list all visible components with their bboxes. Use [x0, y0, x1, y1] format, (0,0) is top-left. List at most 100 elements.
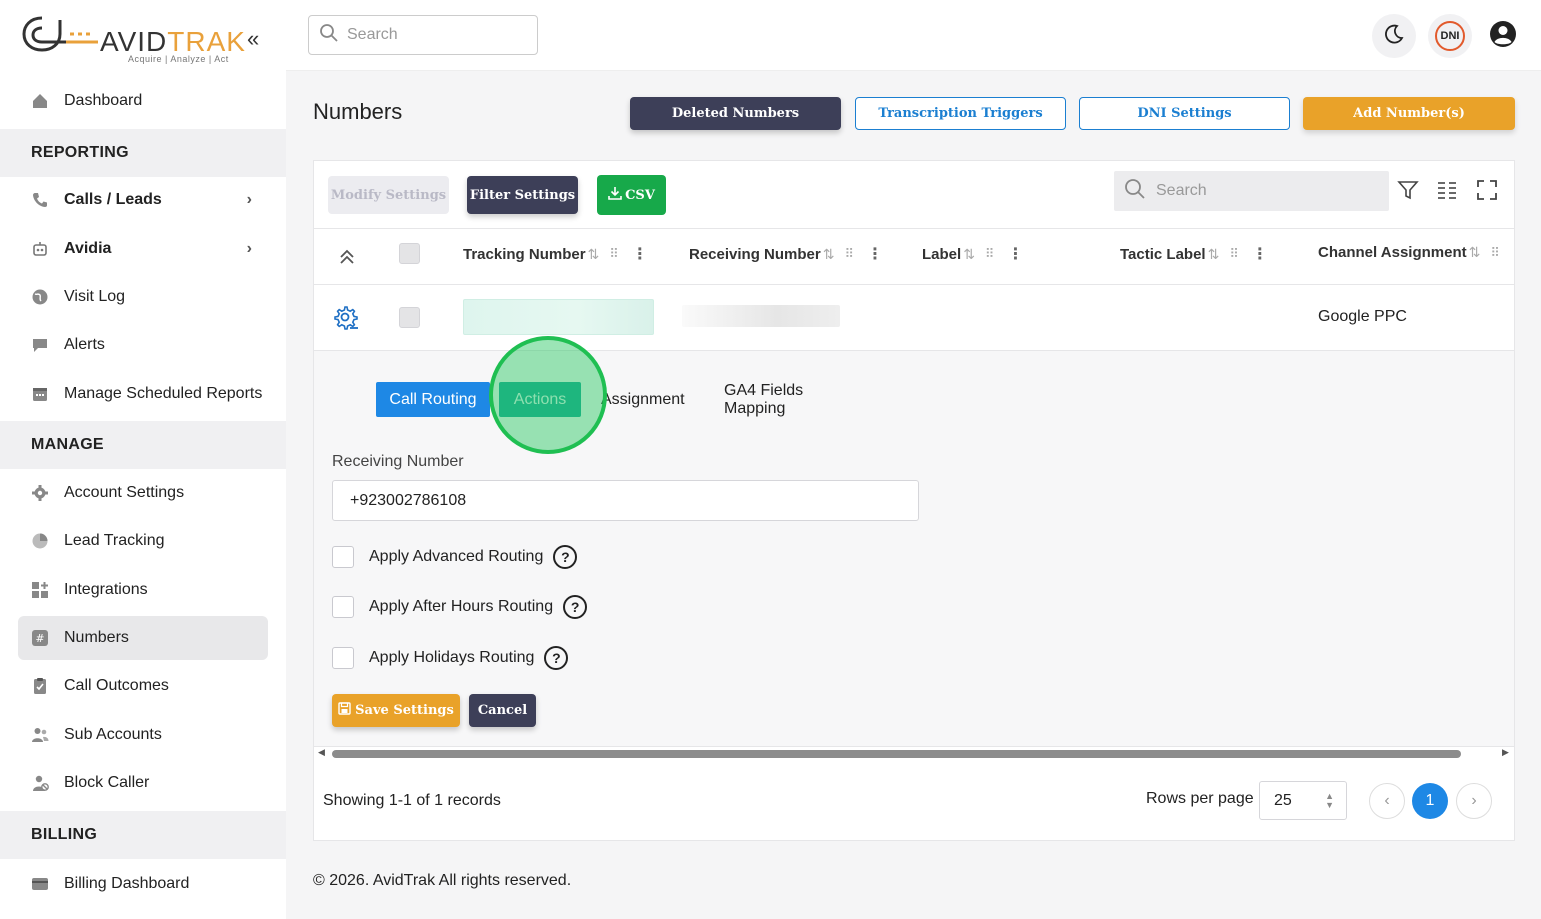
sort-icon[interactable]: ⇅ — [1208, 246, 1220, 263]
scrollbar-thumb[interactable] — [332, 750, 1461, 758]
sidebar-item-visit-log[interactable]: Visit Log — [18, 275, 268, 319]
advanced-routing-checkbox[interactable] — [332, 546, 354, 568]
prev-page-button[interactable]: ‹ — [1369, 783, 1405, 819]
card-icon — [30, 874, 50, 894]
holidays-routing-label: Apply Holidays Routing — [369, 649, 535, 666]
column-menu-icon[interactable]: ⋮ — [632, 244, 648, 264]
rows-per-page-select[interactable]: 25 ▲ ▼ — [1259, 781, 1347, 820]
drag-handle-icon[interactable]: ⠿ — [1229, 246, 1238, 262]
sidebar-item-alerts[interactable]: Alerts — [18, 323, 268, 367]
drag-handle-icon[interactable]: ⠿ — [609, 246, 618, 262]
sidebar-item-label: Sub Accounts — [64, 726, 162, 743]
rows-per-page-value: 25 — [1274, 791, 1292, 809]
sidebar-item-numbers[interactable]: # Numbers — [18, 616, 268, 660]
sidebar-item-integrations[interactable]: Integrations — [18, 568, 268, 612]
help-icon[interactable]: ? — [544, 646, 569, 670]
fullscreen-icon[interactable] — [1475, 178, 1499, 202]
select-all-checkbox[interactable] — [399, 243, 420, 264]
save-settings-button[interactable]: Save Settings — [332, 694, 460, 727]
transcription-triggers-button[interactable]: Transcription Triggers — [855, 97, 1066, 130]
column-header-receiving-number[interactable]: Receiving Number ⇅ ⠿ ⋮ — [689, 244, 883, 264]
logo-mark-icon — [22, 16, 98, 52]
sidebar-item-block-caller[interactable]: Block Caller — [18, 761, 268, 805]
sidebar-item-lead-tracking[interactable]: Lead Tracking — [18, 519, 268, 563]
grid-search-input[interactable] — [1156, 182, 1376, 200]
column-header-label[interactable]: Label ⇅ ⠿ ⋮ — [922, 244, 1023, 264]
sidebar-item-scheduled-reports[interactable]: Manage Scheduled Reports — [18, 372, 268, 416]
sidebar-item-calls-leads[interactable]: Calls / Leads › — [18, 178, 268, 222]
holidays-routing-checkbox[interactable] — [332, 647, 354, 669]
sort-icon[interactable]: ⇅ — [963, 246, 975, 263]
sidebar-item-label: Dashboard — [64, 92, 143, 109]
tracking-number-cell-redacted[interactable] — [463, 299, 654, 335]
tab-assignment[interactable]: Assignment — [601, 382, 691, 417]
save-icon — [338, 702, 351, 719]
horizontal-scrollbar[interactable]: ◀ ▶ — [314, 747, 1514, 761]
sidebar-item-sub-accounts[interactable]: Sub Accounts — [18, 713, 268, 757]
sidebar-item-avidia[interactable]: Avidia › — [18, 227, 268, 271]
after-hours-routing-option: Apply After Hours Routing ? — [332, 595, 588, 619]
avidtrak-logo[interactable]: AVIDTRAK Acquire | Analyze | Act — [22, 14, 245, 66]
help-icon[interactable]: ? — [553, 545, 578, 569]
sort-icon[interactable]: ⇅ — [1469, 244, 1481, 261]
sidebar-item-billing-dashboard[interactable]: Billing Dashboard — [18, 862, 268, 906]
robot-icon — [30, 239, 50, 259]
download-icon — [608, 186, 622, 204]
chat-icon — [30, 335, 50, 355]
scroll-right-icon[interactable]: ▶ — [1502, 747, 1509, 758]
dni-button[interactable]: DNI — [1428, 14, 1472, 58]
filter-icon[interactable] — [1396, 178, 1420, 202]
gear-icon — [30, 483, 50, 503]
filter-settings-button[interactable]: Filter Settings — [467, 176, 578, 214]
column-menu-icon[interactable]: ⋮ — [867, 244, 883, 264]
column-header-tracking-number[interactable]: Tracking Number ⇅ ⠿ ⋮ — [463, 244, 648, 264]
sort-icon[interactable]: ⇅ — [588, 246, 600, 263]
help-icon[interactable]: ? — [563, 595, 588, 619]
modify-settings-button[interactable]: Modify Settings — [328, 176, 449, 214]
row-checkbox[interactable] — [399, 307, 420, 328]
sidebar-item-label: Visit Log — [64, 288, 126, 305]
receiving-number-input[interactable] — [332, 480, 919, 521]
columns-icon[interactable] — [1435, 178, 1459, 202]
after-hours-routing-checkbox[interactable] — [332, 596, 354, 618]
drag-handle-icon[interactable]: ⠿ — [844, 246, 853, 262]
column-header-channel-assignment[interactable]: Channel Assignment ⇅ ⠿ — [1318, 244, 1500, 261]
global-search[interactable] — [308, 15, 538, 55]
dark-mode-toggle[interactable] — [1372, 14, 1416, 58]
column-menu-icon[interactable]: ⋮ — [1252, 244, 1268, 264]
column-header-tactic-label[interactable]: Tactic Label ⇅ ⠿ ⋮ — [1120, 244, 1268, 264]
cancel-button[interactable]: Cancel — [469, 694, 536, 727]
section-reporting: REPORTING — [0, 129, 286, 177]
scroll-left-icon[interactable]: ◀ — [318, 747, 325, 758]
page-1-button[interactable]: 1 — [1412, 783, 1448, 819]
csv-label: CSV — [625, 187, 655, 203]
sidebar-item-label: Billing Dashboard — [64, 875, 190, 892]
drag-handle-icon[interactable]: ⠿ — [1490, 245, 1499, 261]
user-profile-button[interactable] — [1481, 14, 1525, 58]
column-menu-icon[interactable]: ⋮ — [1007, 244, 1023, 264]
tab-ga4-fields-mapping[interactable]: GA4 Fields Mapping — [724, 382, 866, 417]
deleted-numbers-button[interactable]: Deleted Numbers — [630, 97, 841, 130]
advanced-routing-option: Apply Advanced Routing ? — [332, 545, 578, 569]
row-settings-gear-icon[interactable] — [333, 305, 359, 335]
tab-call-routing[interactable]: Call Routing — [376, 382, 490, 417]
csv-export-button[interactable]: CSV — [597, 175, 666, 215]
grid-search[interactable] — [1114, 171, 1389, 211]
next-page-button[interactable]: › — [1456, 783, 1492, 819]
dni-settings-button[interactable]: DNI Settings — [1079, 97, 1290, 130]
add-numbers-button[interactable]: Add Number(s) — [1303, 97, 1515, 130]
section-manage: MANAGE — [0, 421, 286, 469]
receiving-number-label: Receiving Number — [332, 453, 464, 470]
global-search-input[interactable] — [347, 26, 517, 44]
chevron-right-icon: › — [246, 240, 252, 257]
collapse-sidebar-icon[interactable]: « — [247, 26, 259, 52]
drag-handle-icon[interactable]: ⠿ — [985, 246, 994, 262]
sidebar-item-dashboard[interactable]: Dashboard — [18, 79, 268, 123]
phone-icon — [30, 190, 50, 210]
sidebar-item-account-settings[interactable]: Account Settings — [18, 471, 268, 515]
tab-actions[interactable]: Actions — [499, 382, 581, 417]
collapse-all-icon[interactable] — [338, 248, 356, 270]
sort-icon[interactable]: ⇅ — [823, 246, 835, 263]
sidebar-item-call-outcomes[interactable]: Call Outcomes — [18, 664, 268, 708]
page-title: Numbers — [313, 99, 403, 124]
